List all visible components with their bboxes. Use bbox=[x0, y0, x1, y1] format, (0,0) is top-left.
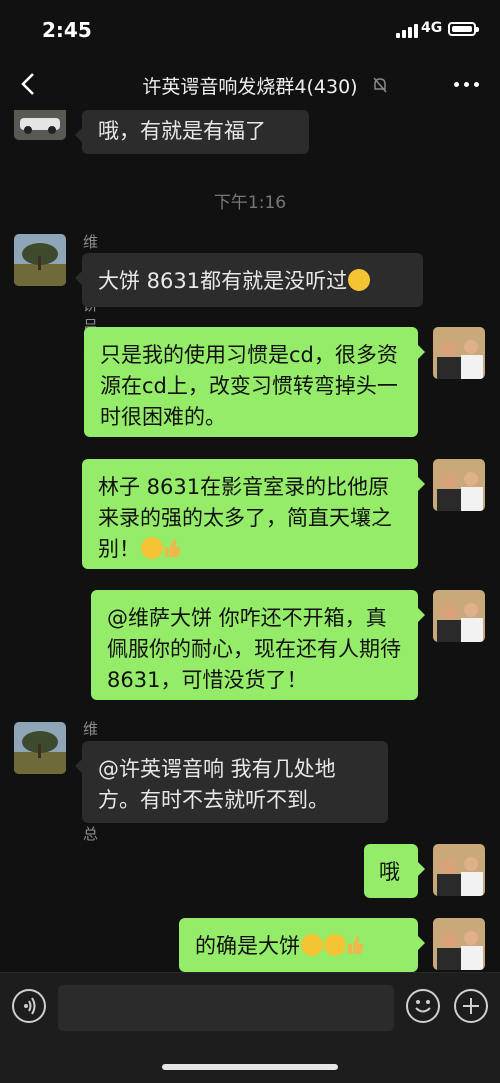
message-list[interactable]: 哦，有就是有福了 下午1:16 维萨大饼吕总 大饼 8631都有就是没听过 只是… bbox=[0, 110, 500, 972]
thumbs-up-icon bbox=[163, 537, 181, 559]
bell-off-icon bbox=[373, 77, 387, 93]
thumbs-up-icon bbox=[346, 934, 364, 956]
network-type: 4G bbox=[421, 20, 443, 36]
message-bubble[interactable]: 只是我的使用习惯是cd，很多资源在cd上，改变习惯转弯掉头一时很困难的。 bbox=[84, 327, 425, 437]
message-bubble[interactable]: 林子 8631在影音室录的比他原来录的强的太多了，简直天壤之别！ bbox=[82, 459, 425, 569]
message-text: @维萨大饼 你咋还不开箱，真佩服你的耐心，现在还有人期待 8631，可惜没货了！ bbox=[107, 606, 401, 692]
avatar[interactable] bbox=[14, 722, 66, 774]
avatar[interactable] bbox=[433, 459, 485, 511]
message-text: 只是我的使用习惯是cd，很多资源在cd上，改变习惯转弯掉头一时很困难的。 bbox=[100, 343, 398, 429]
message-bubble[interactable]: 的确是大饼 bbox=[179, 918, 425, 972]
smiley-icon[interactable] bbox=[406, 989, 440, 1023]
laugh-cry-emoji-icon bbox=[301, 934, 323, 956]
avatar[interactable] bbox=[14, 234, 66, 286]
message-bubble[interactable]: 哦，有就是有福了 bbox=[75, 110, 309, 154]
voice-icon[interactable] bbox=[12, 989, 46, 1023]
avatar[interactable] bbox=[433, 918, 485, 970]
avatar[interactable] bbox=[433, 844, 485, 896]
signal-icon bbox=[396, 24, 418, 38]
home-indicator[interactable] bbox=[162, 1064, 338, 1070]
avatar[interactable] bbox=[14, 110, 66, 140]
message-bubble[interactable]: @维萨大饼 你咋还不开箱，真佩服你的耐心，现在还有人期待 8631，可惜没货了！ bbox=[91, 590, 425, 700]
grin-emoji-icon bbox=[348, 269, 371, 291]
message-text: 的确是大饼 bbox=[195, 934, 300, 958]
avatar[interactable] bbox=[433, 327, 485, 379]
message-text: 哦，有就是有福了 bbox=[98, 119, 266, 143]
avatar[interactable] bbox=[433, 590, 485, 642]
chat-header: 许英谔音响发烧群4(430) bbox=[0, 60, 500, 110]
plus-icon[interactable] bbox=[454, 989, 488, 1023]
hug-emoji-icon bbox=[324, 934, 346, 956]
chat-title[interactable]: 许英谔音响发烧群4(430) bbox=[0, 72, 500, 99]
message-text: 哦 bbox=[379, 860, 400, 884]
battery-icon bbox=[448, 22, 479, 36]
message-input[interactable] bbox=[58, 985, 394, 1031]
more-dots-icon[interactable] bbox=[454, 82, 480, 88]
status-bar: 2:45 4G bbox=[0, 0, 500, 60]
message-text: @许英谔音响 我有几处地方。有时不去就听不到。 bbox=[98, 757, 336, 812]
hug-emoji-icon bbox=[141, 537, 163, 559]
message-bubble[interactable]: 哦 bbox=[364, 844, 425, 898]
timestamp: 下午1:16 bbox=[213, 193, 287, 213]
message-bubble[interactable]: 大饼 8631都有就是没听过 bbox=[75, 253, 423, 307]
message-bubble[interactable]: @许英谔音响 我有几处地方。有时不去就听不到。 bbox=[75, 741, 388, 823]
status-time: 2:45 bbox=[42, 18, 92, 42]
message-text: 大饼 8631都有就是没听过 bbox=[98, 269, 348, 293]
